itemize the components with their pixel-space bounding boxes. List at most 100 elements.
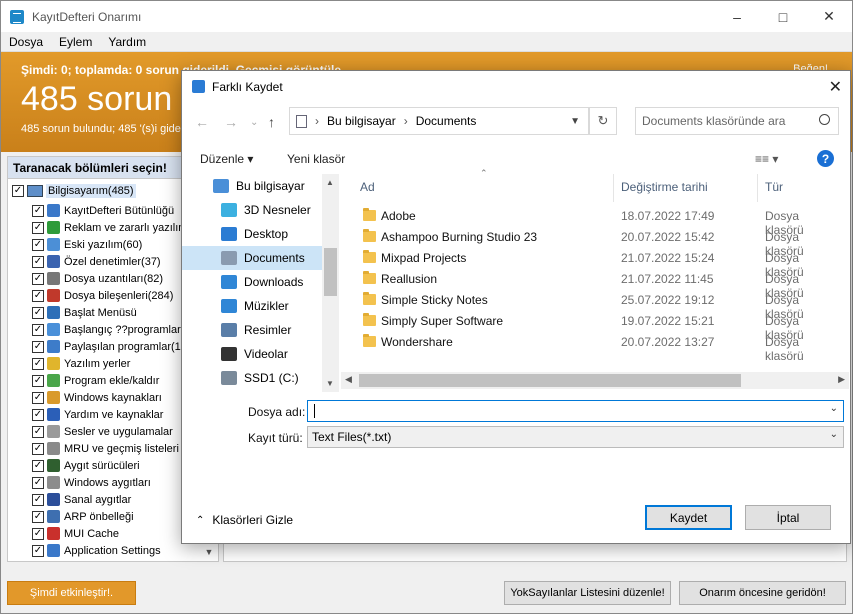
scroll-thumb[interactable]: [359, 374, 741, 387]
checkbox[interactable]: ✓: [32, 510, 44, 523]
view-options-icon[interactable]: ≡≡ ▾: [755, 152, 778, 166]
scroll-down-icon[interactable]: ▼: [201, 544, 217, 560]
nav-item[interactable]: Videolar: [182, 342, 322, 366]
address-bar[interactable]: › Bu bilgisayar › Documents ▼: [289, 107, 589, 135]
file-row[interactable]: Reallusion 21.07.2022 11:45 Dosya klasörü: [341, 269, 831, 300]
checkbox[interactable]: ✓: [32, 323, 44, 336]
nav-item[interactable]: Downloads: [182, 270, 322, 294]
scroll-thumb[interactable]: [324, 248, 337, 296]
tree-item[interactable]: ✓ Yardım ve kaynaklar: [32, 406, 194, 423]
tree-item[interactable]: ✓ Program ekle/kaldır: [32, 372, 194, 389]
new-folder-button[interactable]: Yeni klasör: [287, 152, 345, 166]
up-icon[interactable]: ↑: [268, 114, 275, 130]
tree-item[interactable]: ✓ Reklam ve zararlı yazılıml: [32, 219, 194, 236]
column-separator[interactable]: [613, 174, 614, 202]
search-input[interactable]: Documents klasöründe ara: [635, 107, 839, 135]
tree-item[interactable]: ✓ Sanal aygıtlar: [32, 491, 194, 508]
close-button[interactable]: ✕: [806, 1, 852, 32]
scroll-right-icon[interactable]: ▶: [838, 374, 845, 385]
checkbox[interactable]: ✓: [32, 544, 44, 557]
nav-scrollbar[interactable]: ▲ ▼: [322, 174, 339, 392]
tree-item[interactable]: ✓ Application Settings: [32, 542, 194, 559]
checkbox[interactable]: ✓: [32, 476, 44, 489]
menu-eylem[interactable]: Eylem: [51, 35, 100, 49]
checkbox[interactable]: ✓: [32, 527, 44, 540]
tree-item[interactable]: ✓ MUI Cache: [32, 525, 194, 542]
nav-item[interactable]: Bu bilgisayar: [182, 174, 322, 198]
tree-item[interactable]: ✓ Özel denetimler(37): [32, 253, 194, 270]
column-separator[interactable]: [757, 174, 758, 202]
checkbox[interactable]: ✓: [32, 289, 44, 302]
file-row[interactable]: Adobe 18.07.2022 17:49 Dosya klasörü: [341, 206, 831, 237]
nav-item[interactable]: Resimler: [182, 318, 322, 342]
tree-item[interactable]: ✓ Dosya bileşenleri(284): [32, 287, 194, 304]
tree-item[interactable]: ✓ Dosya uzantıları(82): [32, 270, 194, 287]
checkbox[interactable]: ✓: [32, 340, 44, 353]
refresh-icon[interactable]: ↻: [589, 107, 617, 135]
file-row[interactable]: Simply Super Software 19.07.2022 15:21 Dos…: [341, 311, 831, 342]
help-icon[interactable]: ?: [817, 150, 834, 167]
chevron-down-icon[interactable]: ⌄: [830, 403, 838, 414]
minimize-button[interactable]: –: [714, 1, 760, 32]
scroll-left-icon[interactable]: ◀: [345, 374, 352, 385]
save-button[interactable]: Kaydet: [645, 505, 732, 530]
nav-item[interactable]: Desktop: [182, 222, 322, 246]
file-row[interactable]: Ashampoo Burning Studio 23 20.07.2022 15:…: [341, 227, 831, 258]
menu-dosya[interactable]: Dosya: [1, 35, 51, 49]
tree-item[interactable]: ✓ Windows aygıtları: [32, 474, 194, 491]
checkbox[interactable]: ✓: [32, 357, 44, 370]
filename-input[interactable]: ⌄: [307, 400, 844, 422]
checkbox[interactable]: ✓: [32, 391, 44, 404]
checkbox[interactable]: ✓: [32, 272, 44, 285]
scroll-down-icon[interactable]: ▼: [326, 379, 334, 388]
checkbox[interactable]: ✓: [32, 374, 44, 387]
checkbox[interactable]: ✓: [32, 306, 44, 319]
back-icon[interactable]: ←: [195, 114, 209, 130]
chevron-down-icon[interactable]: ⌄: [830, 429, 838, 440]
organize-button[interactable]: Düzenle ▾: [200, 152, 253, 166]
tree-item[interactable]: ✓ Sesler ve uygulamalar: [32, 423, 194, 440]
dialog-close-icon[interactable]: ✕: [829, 77, 842, 97]
scroll-up-icon[interactable]: ▲: [326, 178, 334, 187]
checkbox[interactable]: ✓: [32, 221, 44, 234]
column-type[interactable]: Tür: [765, 180, 783, 194]
tree-item[interactable]: ✓ Eski yazılım(60): [32, 236, 194, 253]
tree-item[interactable]: ✓ KayıtDefteri Bütünlüğü: [32, 202, 194, 219]
file-row[interactable]: Simple Sticky Notes 25.07.2022 19:12 Dosya…: [341, 290, 831, 321]
nav-item[interactable]: Documents: [182, 246, 322, 270]
tree-root[interactable]: ✓ Bilgisayarım(485): [12, 184, 136, 198]
checkbox[interactable]: ✓: [32, 459, 44, 472]
address-dropdown-icon[interactable]: ▼: [570, 116, 580, 127]
checkbox[interactable]: ✓: [32, 255, 44, 268]
hide-folders-toggle[interactable]: ⌃ Klasörleri Gizle: [196, 513, 293, 527]
tree-item[interactable]: ✓ ARP önbelleği: [32, 508, 194, 525]
cancel-button[interactable]: İptal: [745, 505, 831, 530]
column-name[interactable]: Ad: [360, 180, 375, 194]
recent-dropdown-icon[interactable]: ⌄: [250, 117, 258, 128]
filetype-select[interactable]: Text Files(*.txt) ⌄: [307, 426, 844, 448]
restore-button[interactable]: Onarım öncesine geridön!: [679, 581, 846, 605]
maximize-button[interactable]: □: [760, 1, 806, 32]
breadcrumb-this-pc[interactable]: Bu bilgisayar: [327, 114, 396, 128]
checkbox[interactable]: ✓: [12, 185, 24, 197]
checkbox[interactable]: ✓: [32, 238, 44, 251]
tree-item[interactable]: ✓ Windows kaynakları: [32, 389, 194, 406]
tree-item[interactable]: ✓ MRU ve geçmiş listeleri: [32, 440, 194, 457]
checkbox[interactable]: ✓: [32, 442, 44, 455]
ignore-list-button[interactable]: YokSayılanlar Listesini düzenle!: [504, 581, 671, 605]
checkbox[interactable]: ✓: [32, 493, 44, 506]
breadcrumb-documents[interactable]: Documents: [416, 114, 477, 128]
fix-now-button[interactable]: Şimdi etkinleştir!.: [7, 581, 136, 605]
checkbox[interactable]: ✓: [32, 408, 44, 421]
tree-item[interactable]: ✓ Başlat Menüsü: [32, 304, 194, 321]
menu-yardim[interactable]: Yardım: [100, 35, 154, 49]
file-row[interactable]: Wondershare 20.07.2022 13:27 Dosya klasörü: [341, 332, 831, 363]
forward-icon[interactable]: →: [224, 114, 238, 130]
checkbox[interactable]: ✓: [32, 425, 44, 438]
tree-item[interactable]: ✓ Başlangıç ??programları(8: [32, 321, 194, 338]
horizontal-scrollbar[interactable]: ◀ ▶: [341, 372, 849, 389]
tree-item[interactable]: ✓ Aygıt sürücüleri: [32, 457, 194, 474]
tree-item[interactable]: ✓ Yazılım yerler: [32, 355, 194, 372]
nav-item[interactable]: 3D Nesneler: [182, 198, 322, 222]
file-row[interactable]: Mixpad Projects 21.07.2022 15:24 Dosya kla…: [341, 248, 831, 279]
